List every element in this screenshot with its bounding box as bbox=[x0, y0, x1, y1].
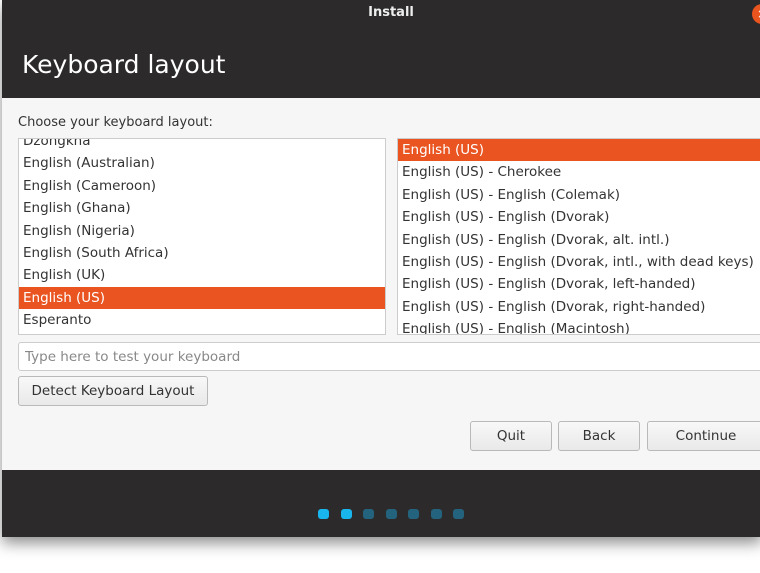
keyboard-test-input[interactable] bbox=[18, 342, 760, 371]
list-item[interactable]: English (US) - English (Dvorak) bbox=[398, 206, 760, 228]
list-item[interactable]: English (US) - English (Dvorak, left-han… bbox=[398, 273, 760, 295]
layout-list[interactable]: Dzongkha English (Australian) English (Cam… bbox=[18, 138, 386, 335]
progress-dot bbox=[363, 509, 374, 519]
list-item[interactable]: English (US) bbox=[19, 286, 385, 310]
list-item[interactable]: English (Cameroon) bbox=[19, 175, 385, 197]
window-title: Install bbox=[368, 5, 414, 20]
progress-dots bbox=[318, 509, 464, 519]
continue-button[interactable]: Continue bbox=[647, 421, 760, 451]
list-item[interactable]: English (US) bbox=[398, 139, 760, 162]
content-area: Choose your keyboard layout: Dzongkha Eng… bbox=[2, 98, 760, 470]
installer-window: Install × Keyboard layout Choose your ke… bbox=[2, 0, 760, 537]
list-item[interactable]: English (Australian) bbox=[19, 152, 385, 174]
list-item[interactable]: English (South Africa) bbox=[19, 242, 385, 264]
list-item[interactable]: English (US) - English (Dvorak, intl., w… bbox=[398, 251, 760, 273]
progress-dot bbox=[408, 509, 419, 519]
back-button[interactable]: Back bbox=[558, 421, 640, 451]
list-item[interactable]: English (UK) bbox=[19, 264, 385, 286]
progress-dot bbox=[340, 509, 352, 519]
quit-button[interactable]: Quit bbox=[470, 421, 552, 451]
page-title: Keyboard layout bbox=[22, 50, 226, 79]
list-item[interactable]: English (Ghana) bbox=[19, 197, 385, 219]
progress-dot bbox=[385, 509, 397, 519]
close-icon[interactable]: × bbox=[752, 4, 760, 24]
layout-prompt: Choose your keyboard layout: bbox=[18, 115, 213, 130]
list-item[interactable]: Dzongkha bbox=[19, 139, 385, 152]
progress-dot bbox=[453, 509, 464, 519]
progress-dot bbox=[318, 509, 329, 519]
list-item[interactable]: English (US) - English (Dvorak, right-ha… bbox=[398, 296, 760, 318]
variant-list[interactable]: English (US) English (US) - Cherokee Engli… bbox=[397, 138, 760, 335]
list-item[interactable]: English (US) - English (Macintosh) bbox=[398, 318, 760, 334]
list-item[interactable]: English (US) - English (Dvorak, alt. int… bbox=[398, 229, 760, 251]
detect-keyboard-layout-button[interactable]: Detect Keyboard Layout bbox=[18, 376, 208, 406]
list-item[interactable]: English (Nigeria) bbox=[19, 220, 385, 242]
list-item[interactable]: English (US) - Cherokee bbox=[398, 161, 760, 183]
list-item[interactable]: Esperanto bbox=[19, 309, 385, 331]
progress-dot bbox=[430, 509, 442, 519]
list-item[interactable]: English (US) - English (Colemak) bbox=[398, 184, 760, 206]
